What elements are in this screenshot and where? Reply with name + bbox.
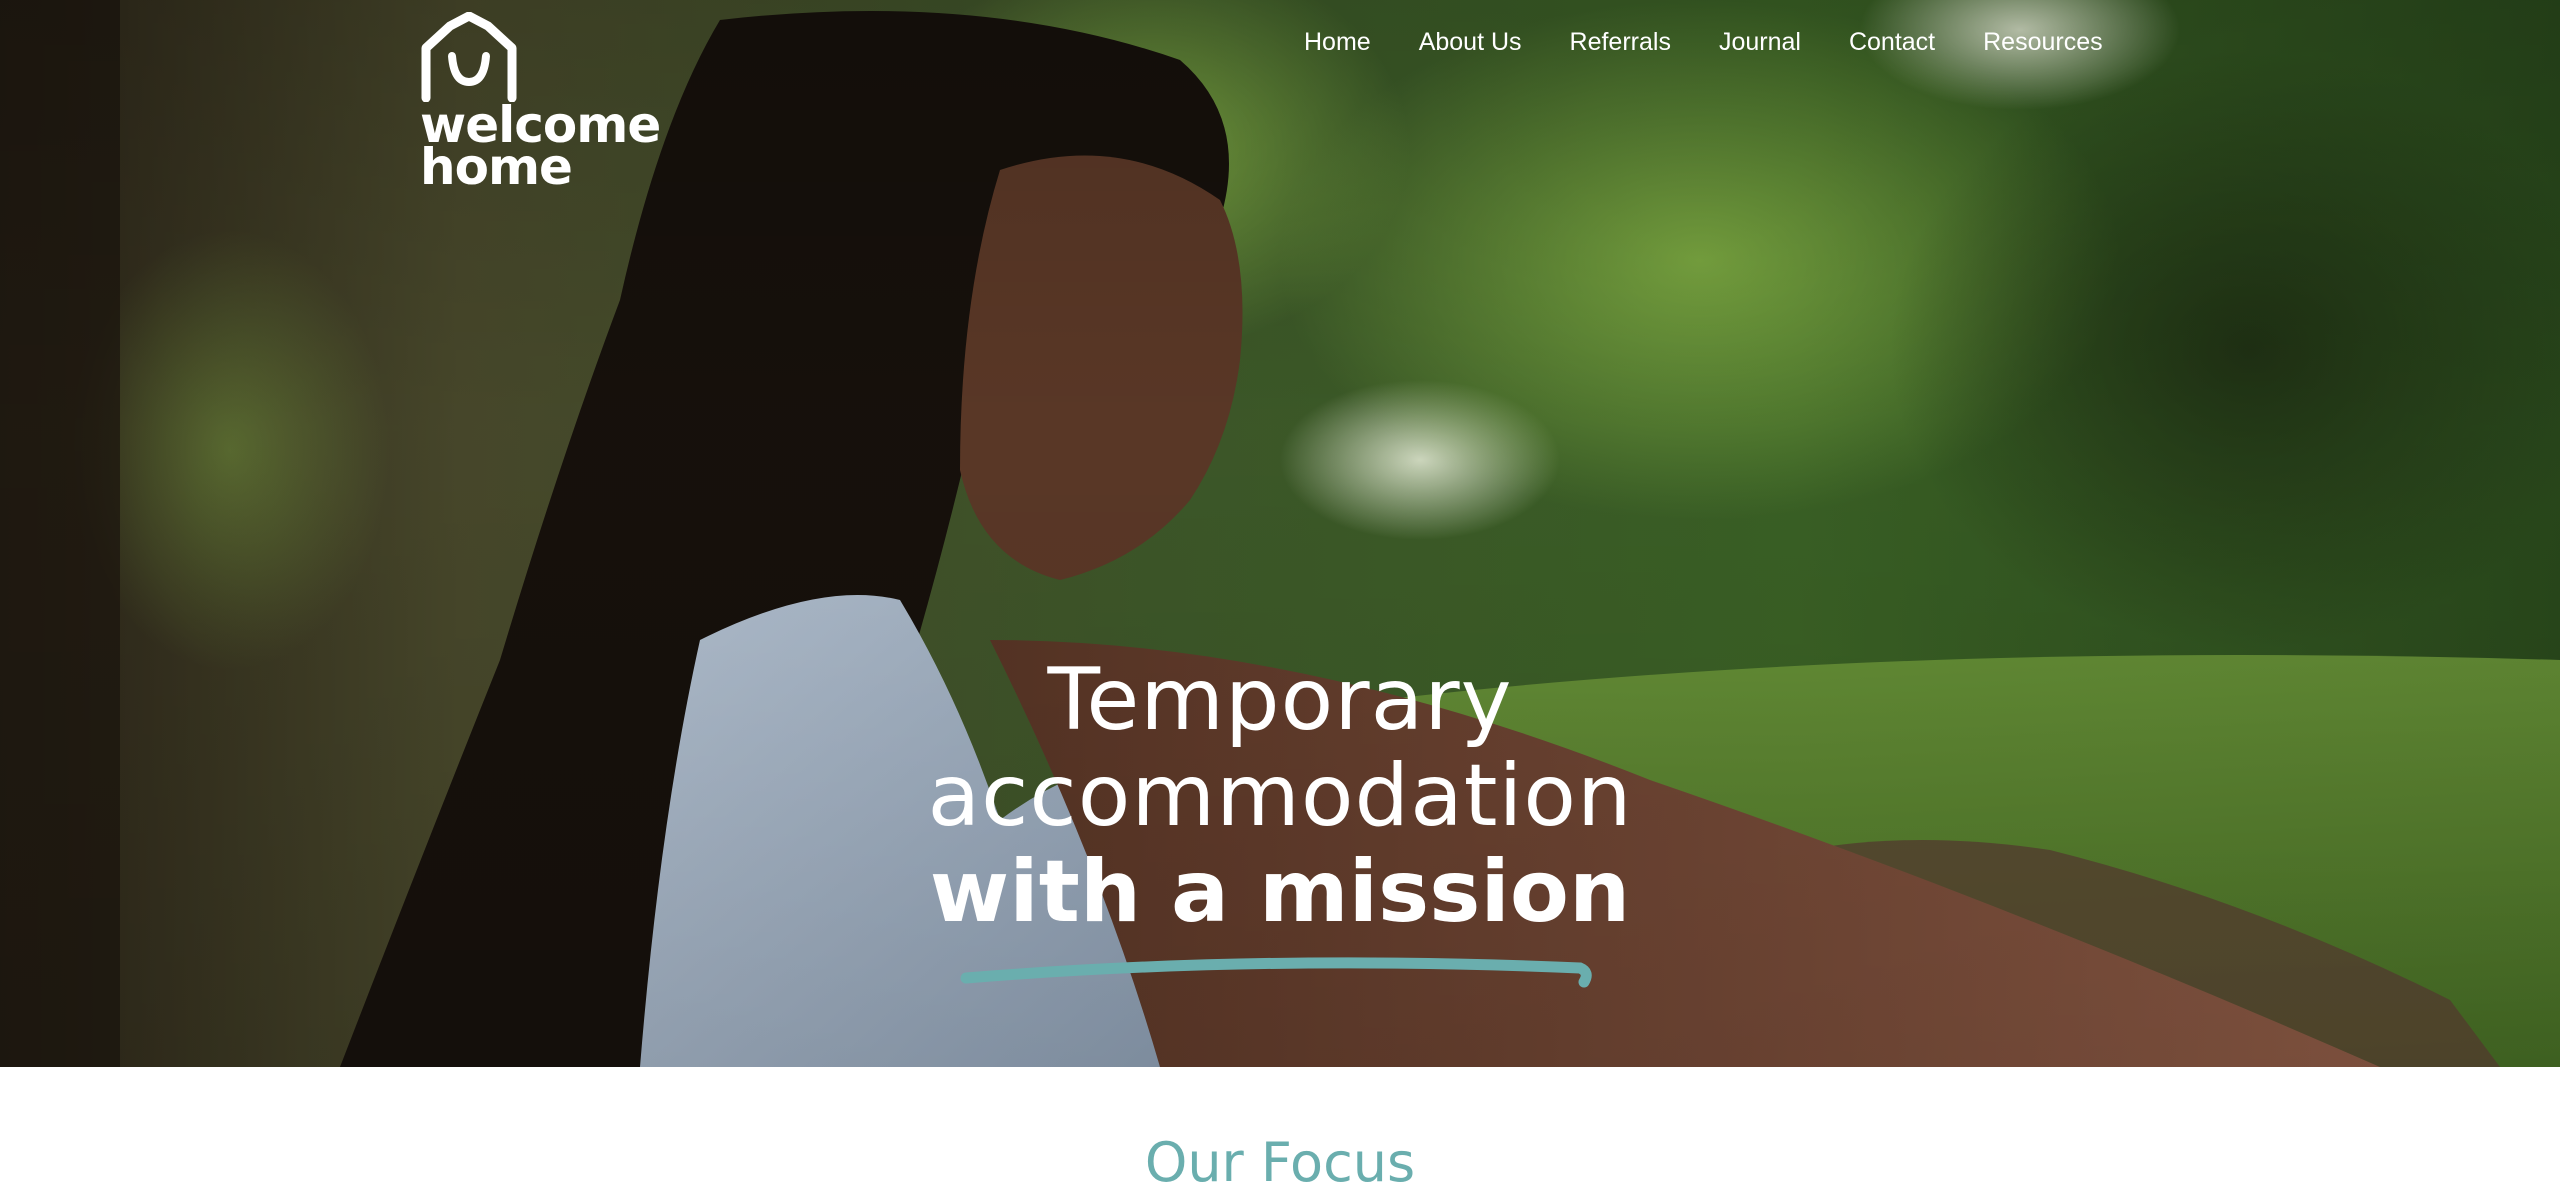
our-focus-heading: Our Focus [1144, 1131, 1416, 1189]
hero-section: welcome home Home About Us Referrals Jou… [0, 0, 2560, 1067]
house-smile-icon [421, 12, 517, 102]
nav-item-home[interactable]: Home [1280, 24, 1395, 60]
headline-underline-stroke [960, 957, 1592, 988]
site-logo[interactable]: welcome home [420, 12, 680, 192]
hero-headline-line-1: Temporary [1047, 650, 1513, 750]
logo-wordmark: welcome home [420, 100, 661, 192]
nav-item-resources[interactable]: Resources [1959, 24, 2127, 60]
nav-item-referrals[interactable]: Referrals [1546, 24, 1695, 60]
hero-headline-line-2: accommodation [927, 746, 1633, 846]
nav-item-contact[interactable]: Contact [1825, 24, 1959, 60]
hero-headline-line-3: with a mission [929, 842, 1631, 942]
hero-headline: Temporary accommodation with a mission [780, 652, 1780, 940]
page: welcome home Home About Us Referrals Jou… [0, 0, 2560, 1189]
main-nav: Home About Us Referrals Journal Contact … [1280, 24, 2127, 60]
nav-item-journal[interactable]: Journal [1695, 24, 1825, 60]
nav-item-about-us[interactable]: About Us [1395, 24, 1546, 60]
